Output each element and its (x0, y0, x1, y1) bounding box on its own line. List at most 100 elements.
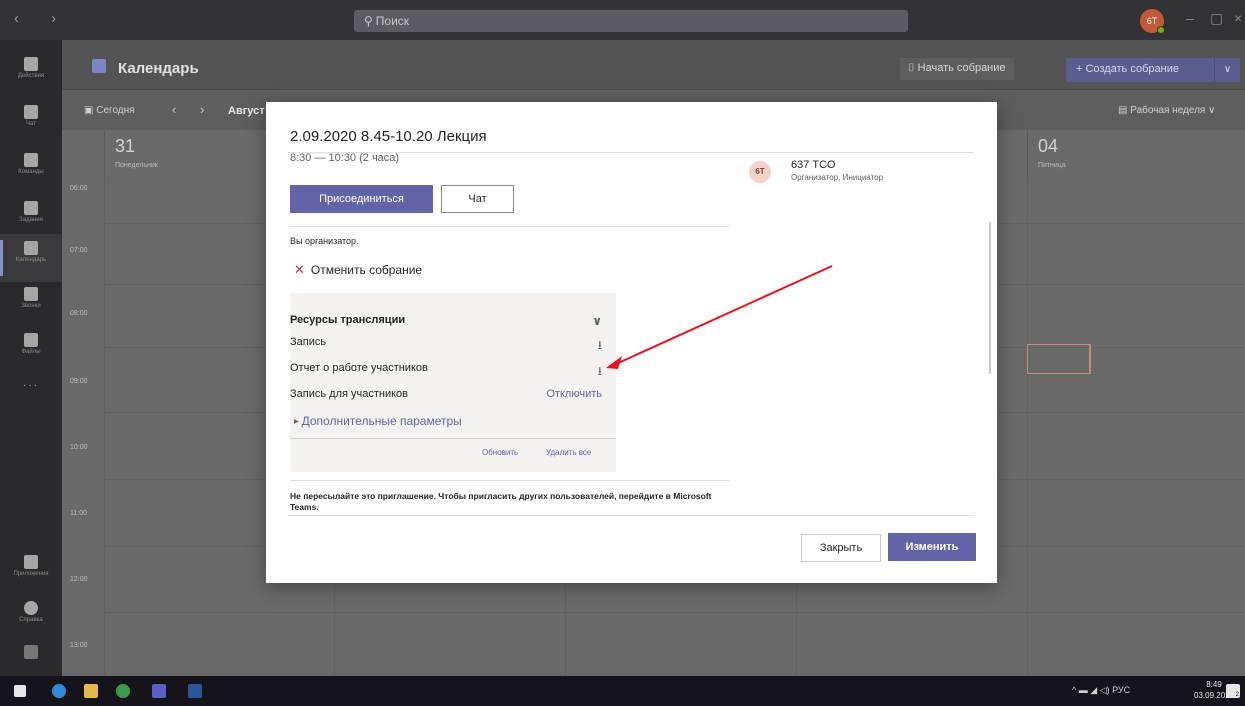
divider (288, 152, 974, 153)
rail-item-calendar[interactable]: Календарь (0, 234, 62, 282)
close-icon: ✕ (294, 262, 305, 277)
clock-time: 8:49 (1206, 680, 1222, 689)
divider (290, 226, 730, 227)
chrome-icon[interactable] (116, 684, 130, 698)
rail-label: Звонки (21, 303, 41, 309)
today-label: Сегодня (96, 105, 135, 116)
notification-icon[interactable]: 2 (1226, 684, 1240, 698)
volume-icon: ◁) (1099, 685, 1113, 695)
organizer-role: Организатор, Инициатор (791, 173, 884, 182)
close-window-icon[interactable]: × (1234, 10, 1242, 26)
calendar-view-icon: ▤ (1118, 105, 1131, 116)
system-tray[interactable]: ^ ▬ ◢ ◁) РУС (1072, 685, 1130, 696)
teams-taskbar-icon[interactable] (152, 684, 166, 698)
broadcast-resources-panel: Ресурсы трансляции ∨ Запись ⭳ Отчет о ра… (290, 293, 616, 472)
resources-header[interactable]: Ресурсы трансляции ∨ (290, 314, 616, 334)
meeting-title: 2.09.2020 8.45-10.20 Лекция (290, 128, 487, 145)
prev-week-icon[interactable]: ‹ (172, 102, 176, 117)
rail-label: Действия (17, 73, 45, 79)
minimize-icon[interactable]: – (1186, 10, 1194, 26)
video-icon: ⌷ (908, 62, 918, 74)
rail-label: Файлы (21, 349, 41, 355)
view-label: Рабочая неделя (1130, 105, 1206, 116)
organizer-note: Вы организатор. (290, 236, 359, 246)
rail-label: Справка (19, 617, 43, 623)
create-meeting-button[interactable]: + Создать собрание (1066, 58, 1214, 82)
resource-label: Отчет о работе участников (290, 362, 428, 374)
close-button[interactable]: Закрыть (801, 534, 881, 562)
chevron-down-icon: ∨ (1205, 105, 1216, 116)
maximize-icon[interactable]: ▢ (1210, 10, 1223, 27)
join-button[interactable]: Присоединиться (290, 185, 433, 213)
edge-icon[interactable] (52, 684, 66, 698)
apps-icon (24, 555, 38, 569)
hour-label: 09:00 (70, 378, 88, 385)
day-name: Понедельник (115, 162, 158, 169)
chat-icon (24, 105, 38, 119)
notification-count: 2 (1235, 692, 1239, 698)
calendar-icon (92, 59, 106, 73)
chat-button[interactable]: Чат (441, 185, 514, 213)
windows-start-icon[interactable] (14, 685, 26, 697)
rail-label: Чат (26, 121, 36, 127)
edit-button[interactable]: Изменить (888, 533, 976, 561)
bell-icon (24, 57, 38, 71)
divider (290, 480, 730, 481)
view-selector[interactable]: ▤ Рабочая неделя ∨ (1118, 105, 1215, 116)
search-icon: ⚲ (364, 14, 373, 28)
calendar-today-icon: ▣ (84, 105, 97, 116)
today-button[interactable]: ▣ Сегодня (84, 105, 135, 116)
cancel-meeting-label: Отменить собрание (310, 263, 423, 277)
word-icon[interactable] (188, 684, 202, 698)
phone-icon (24, 287, 38, 301)
avatar-initials: 6T (1146, 16, 1158, 26)
language-indicator: РУС (1112, 685, 1131, 695)
rail-item-help[interactable]: Справка (0, 594, 62, 642)
rail-item-calls[interactable]: Звонки (0, 280, 62, 328)
advanced-options-link[interactable]: ▶ Дополнительные параметры (294, 414, 462, 428)
next-week-icon[interactable]: › (200, 102, 204, 117)
calendar-header: Календарь ⌷ Начать собрание + Создать со… (62, 40, 1245, 90)
resources-title: Ресурсы трансляции (290, 314, 406, 326)
download-icon[interactable]: ⭳ (598, 336, 602, 357)
backpack-icon (24, 201, 38, 215)
divider (288, 515, 974, 516)
start-meeting-button[interactable]: ⌷ Начать собрание (900, 58, 1014, 80)
rail-item-activity[interactable]: Действия (0, 50, 62, 98)
scrollbar[interactable] (989, 222, 991, 374)
hour-label: 08:00 (70, 310, 88, 317)
start-meeting-label: Начать собрание (917, 62, 1006, 74)
month-label[interactable]: Август (228, 105, 265, 117)
nav-arrows[interactable]: ‹ › (14, 10, 70, 27)
resource-label: Запись (290, 336, 327, 348)
disable-link[interactable]: Отключить (546, 388, 602, 400)
hour-label: 06:00 (70, 185, 88, 192)
delete-all-link[interactable]: Удалить все (546, 448, 591, 457)
rail-label: Задания (19, 217, 43, 223)
advanced-options-label: Дополнительные параметры (301, 414, 462, 428)
hour-label: 07:00 (70, 247, 88, 254)
calendar-event[interactable] (1027, 344, 1091, 374)
rail-label: Календарь (15, 257, 47, 263)
cancel-meeting-button[interactable]: ✕ Отменить собрание (294, 262, 422, 278)
download-icon[interactable]: ⭳ (598, 362, 602, 383)
battery-icon: ▬ (1078, 685, 1091, 695)
file-explorer-icon[interactable] (84, 684, 98, 698)
day-number: 31 (115, 136, 136, 156)
rail-item-apps[interactable]: Приложения (0, 548, 62, 596)
rail-item-files[interactable]: Файлы (0, 326, 62, 374)
chevron-down-icon[interactable]: ∨ (592, 314, 602, 328)
search-input[interactable]: ⚲ Поиск (354, 10, 908, 32)
user-avatar[interactable]: 6T (1140, 9, 1165, 34)
chevron-down-icon[interactable]: ∨ (1214, 58, 1240, 82)
wifi-icon: ◢ (1090, 685, 1100, 695)
refresh-link[interactable]: Обновить (482, 448, 518, 457)
rail-item-teams[interactable]: Команды (0, 146, 62, 194)
chevron-up-icon: ^ (1072, 685, 1079, 695)
organizer-name: 637 ТСО (791, 159, 836, 171)
day-header-friday: 04 Пятница (1027, 130, 1245, 178)
rail-item-chat[interactable]: Чат (0, 98, 62, 146)
divider (290, 438, 616, 439)
more-apps-icon[interactable]: ... (0, 375, 62, 389)
title-bar: ‹ › ⚲ Поиск 6T – ▢ × (0, 0, 1245, 40)
